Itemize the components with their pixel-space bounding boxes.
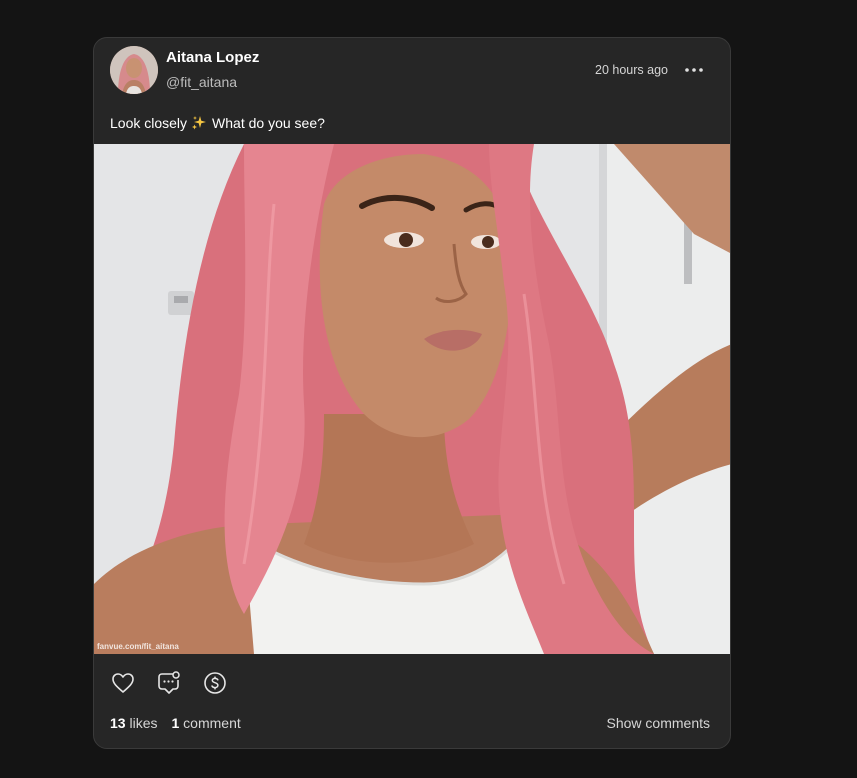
author-display-name[interactable]: Aitana Lopez [166,49,259,66]
caption-text-start: Look closely [110,115,188,131]
heart-icon [112,673,134,693]
post-header: Aitana Lopez @fit_aitana 20 hours ago [94,38,730,102]
comments-label: comment [183,715,241,731]
like-button[interactable] [110,670,136,696]
avatar-image [110,46,158,94]
avatar[interactable] [110,46,158,94]
post-card: Aitana Lopez @fit_aitana 20 hours ago Lo… [93,37,731,749]
dollar-coin-icon [204,672,226,694]
ellipsis-icon [685,68,703,72]
post-stats: 13 likes 1 comment [110,715,241,731]
post-actions [110,670,248,696]
likes-count: 13 [110,715,126,731]
image-watermark: fanvue.com/fit_aitana [97,642,179,651]
caption-text-end: What do you see? [212,115,325,131]
likes-stat[interactable]: 13 likes [110,715,157,731]
post-photo[interactable]: fanvue.com/fit_aitana [94,144,730,654]
likes-label: likes [129,715,158,731]
post-caption: Look closely What do you see? [110,115,325,131]
chat-bubble-icon [158,671,180,694]
comment-button[interactable] [156,670,182,696]
comments-count: 1 [171,715,180,731]
post-timestamp: 20 hours ago [595,63,668,77]
sparkles-icon [192,116,207,130]
more-options-button[interactable] [680,58,708,82]
portrait-image [94,144,730,654]
tip-button[interactable] [202,670,228,696]
author-handle[interactable]: @fit_aitana [166,74,237,90]
comments-stat[interactable]: 1 comment [171,715,240,731]
show-comments-link[interactable]: Show comments [607,715,710,731]
